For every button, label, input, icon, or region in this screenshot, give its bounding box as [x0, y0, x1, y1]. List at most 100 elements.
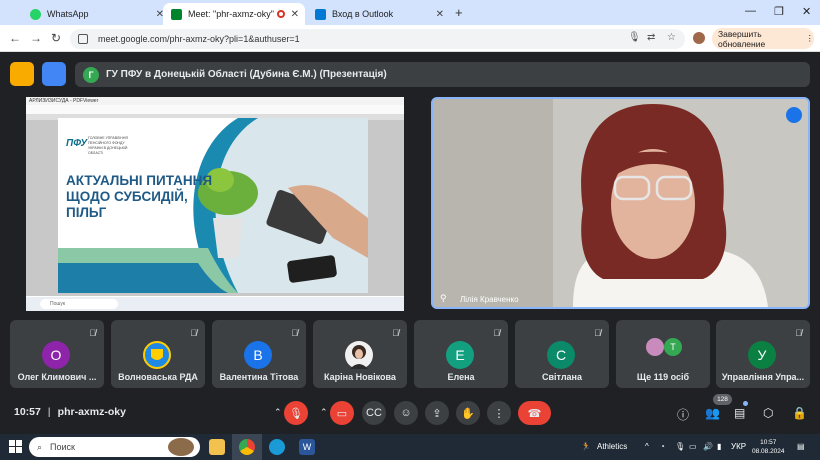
- weather-text[interactable]: Athletics: [597, 442, 627, 451]
- edge-icon[interactable]: [269, 439, 285, 455]
- speaker-name: Лілія Кравченко: [460, 295, 519, 304]
- whatsapp-icon: [30, 8, 41, 20]
- pfu-logo: ПФУ: [66, 138, 88, 149]
- tray-chevron-icon[interactable]: ^: [645, 442, 649, 451]
- leave-call-button[interactable]: ☎: [518, 401, 551, 425]
- volume-icon[interactable]: 🔊: [703, 442, 713, 451]
- close-icon[interactable]: ✕: [436, 9, 444, 20]
- more-participants-label: Ще 119 осіб: [636, 372, 690, 382]
- search-icon: ⌕: [37, 441, 43, 452]
- reload-icon[interactable]: ↻: [51, 31, 61, 45]
- network-icon[interactable]: ▭: [689, 442, 697, 451]
- pin-icon[interactable]: ⚲: [440, 293, 447, 304]
- meeting-controls: 10:57 | phr-axmz-oky ⌃ 🎙 ⌃ ▭ CC ☺ ⇪ ✋ ⋮ …: [0, 392, 820, 434]
- more-options-button[interactable]: ⋮: [487, 401, 511, 425]
- participant-name: Волноваська РДА: [118, 372, 198, 382]
- back-icon[interactable]: ←: [9, 31, 21, 45]
- address-bar[interactable]: meet.google.com/phr-axmz-oky?pli=1&authu…: [70, 29, 685, 49]
- profile-avatar[interactable]: [693, 32, 705, 44]
- activities-icon[interactable]: ⬡: [763, 406, 773, 420]
- chevron-up-icon[interactable]: ⌃: [320, 407, 328, 418]
- participant-tile[interactable]: 🎙̸ В Валентина Тітова: [212, 320, 306, 388]
- chevron-up-icon[interactable]: ⌃: [274, 407, 282, 418]
- participant-tile[interactable]: 🎙̸ Волноваська РДА: [111, 320, 205, 388]
- mic-icon[interactable]: 🎙: [628, 32, 641, 43]
- participant-name: Світлана: [542, 372, 582, 382]
- owl-search-highlight-icon: [168, 438, 194, 456]
- pdf-viewer-toolbar: [26, 105, 404, 115]
- captions-button[interactable]: CC: [362, 401, 386, 425]
- tab-whatsapp[interactable]: WhatsApp ✕: [22, 3, 171, 25]
- meeting-title-bar: Г ГУ ПФУ в Донецькій Області (Дубина Є.М…: [75, 62, 810, 87]
- chrome-icon[interactable]: [239, 439, 255, 455]
- microphone-button[interactable]: 🎙: [284, 401, 308, 425]
- tab-outlook[interactable]: Вход в Outlook ✕: [307, 3, 450, 25]
- tray-mic-icon[interactable]: 🎙: [675, 442, 685, 451]
- windows-taskbar: ⌕ Поиск W 🏃 Athletics ^ ◔ 🎙 ▭ 🔊 ▮ УКР 10…: [0, 434, 820, 460]
- new-tab-icon[interactable]: +: [455, 5, 463, 20]
- site-info-icon[interactable]: [78, 34, 88, 44]
- camera-button[interactable]: ▭: [330, 401, 354, 425]
- present-now-icon[interactable]: [10, 62, 34, 86]
- battery-icon[interactable]: ▮: [717, 442, 721, 451]
- people-icon[interactable]: 👥: [705, 406, 720, 420]
- file-explorer-icon[interactable]: [209, 439, 225, 455]
- presentation-slide: ПФУ ГОЛОВНЕ УПРАВЛІННЯ ПЕНСІЙНОГО ФОНДУ …: [58, 118, 368, 293]
- windows-search-box[interactable]: ⌕ Поиск: [29, 437, 200, 457]
- forward-icon[interactable]: →: [30, 31, 42, 45]
- presenter-search-box: Пошук: [40, 299, 118, 309]
- raise-hand-button[interactable]: ✋: [456, 401, 480, 425]
- mic-muted-icon: 🎙̸: [190, 328, 197, 338]
- participant-avatar: У: [748, 341, 776, 369]
- shared-screen: АРЛИЗИЗИСУДА - PDFViewer ПФУ ГОЛОВНЕ УПР…: [26, 97, 404, 311]
- system-clock[interactable]: 10:57 08.08.2024: [752, 438, 785, 456]
- participant-tile[interactable]: 🎙̸ Е Елена: [414, 320, 508, 388]
- notifications-icon[interactable]: ▤: [797, 442, 805, 451]
- group-avatar: Г: [83, 66, 99, 83]
- speaker-tile[interactable]: ⚲ Лілія Кравченко: [431, 97, 810, 309]
- minimize-icon[interactable]: —: [745, 5, 756, 17]
- tray-app-icon[interactable]: ◔: [660, 442, 665, 451]
- participant-avatar: В: [244, 341, 272, 369]
- language-indicator[interactable]: УКР: [731, 442, 746, 451]
- whiteboard-icon[interactable]: [42, 62, 66, 86]
- mic-muted-icon: 🎙̸: [795, 328, 802, 338]
- more-participants-tile[interactable]: Т Ще 119 осіб: [616, 320, 710, 388]
- translate-icon[interactable]: ⇄: [647, 32, 655, 43]
- close-icon[interactable]: ✕: [291, 9, 299, 20]
- participant-tile[interactable]: 🎙̸ Каріна Новікова: [313, 320, 407, 388]
- browser-tab-strip: WhatsApp ✕ Meet: "phr-axmz-oky" ✕ Вход в…: [0, 0, 820, 25]
- weather-icon: 🏃: [581, 442, 591, 451]
- host-controls-icon[interactable]: 🔒: [792, 406, 807, 420]
- coat-of-arms-avatar: [143, 341, 171, 369]
- maximize-icon[interactable]: ❐: [774, 5, 784, 18]
- participant-avatar: С: [547, 341, 575, 369]
- emoji-button[interactable]: ☺: [394, 401, 418, 425]
- update-button[interactable]: Завершить обновление ⋮: [712, 28, 814, 49]
- word-icon[interactable]: W: [299, 439, 315, 455]
- participant-avatar: О: [42, 341, 70, 369]
- participant-name: Олег Климович ...: [17, 372, 97, 382]
- windows-start-icon[interactable]: [9, 440, 22, 453]
- bookmark-star-icon[interactable]: ☆: [667, 32, 676, 43]
- speaking-indicator-icon: [786, 107, 802, 123]
- pdf-viewer-titlebar: АРЛИЗИЗИСУДА - PDFViewer: [26, 97, 404, 105]
- participant-name: Валентина Тітова: [219, 372, 299, 382]
- participant-tile[interactable]: 🎙̸ О Олег Климович ...: [10, 320, 104, 388]
- pfu-logo-subtitle: ГОЛОВНЕ УПРАВЛІННЯ ПЕНСІЙНОГО ФОНДУ УКРА…: [88, 136, 128, 155]
- people-count-badge: 128: [713, 394, 732, 405]
- participant-tile[interactable]: 🎙̸ У Управління Упра...: [716, 320, 810, 388]
- shield-icon: [151, 349, 163, 360]
- presenter-taskbar: Пошук: [26, 297, 404, 311]
- flower-avatar: [646, 338, 664, 356]
- tab-meet[interactable]: Meet: "phr-axmz-oky" ✕: [163, 3, 305, 25]
- participant-tile[interactable]: 🎙̸ С Світлана: [515, 320, 609, 388]
- outlook-icon: [315, 8, 326, 20]
- more-icon: ⋮: [805, 33, 815, 43]
- person-photo-icon: [350, 345, 368, 369]
- browser-toolbar: ← → ↻ meet.google.com/phr-axmz-oky?pli=1…: [0, 25, 820, 52]
- chat-icon[interactable]: ▤: [734, 406, 745, 420]
- window-close-icon[interactable]: ✕: [802, 5, 811, 18]
- info-icon[interactable]: ⓘ: [677, 406, 689, 423]
- present-button[interactable]: ⇪: [425, 401, 449, 425]
